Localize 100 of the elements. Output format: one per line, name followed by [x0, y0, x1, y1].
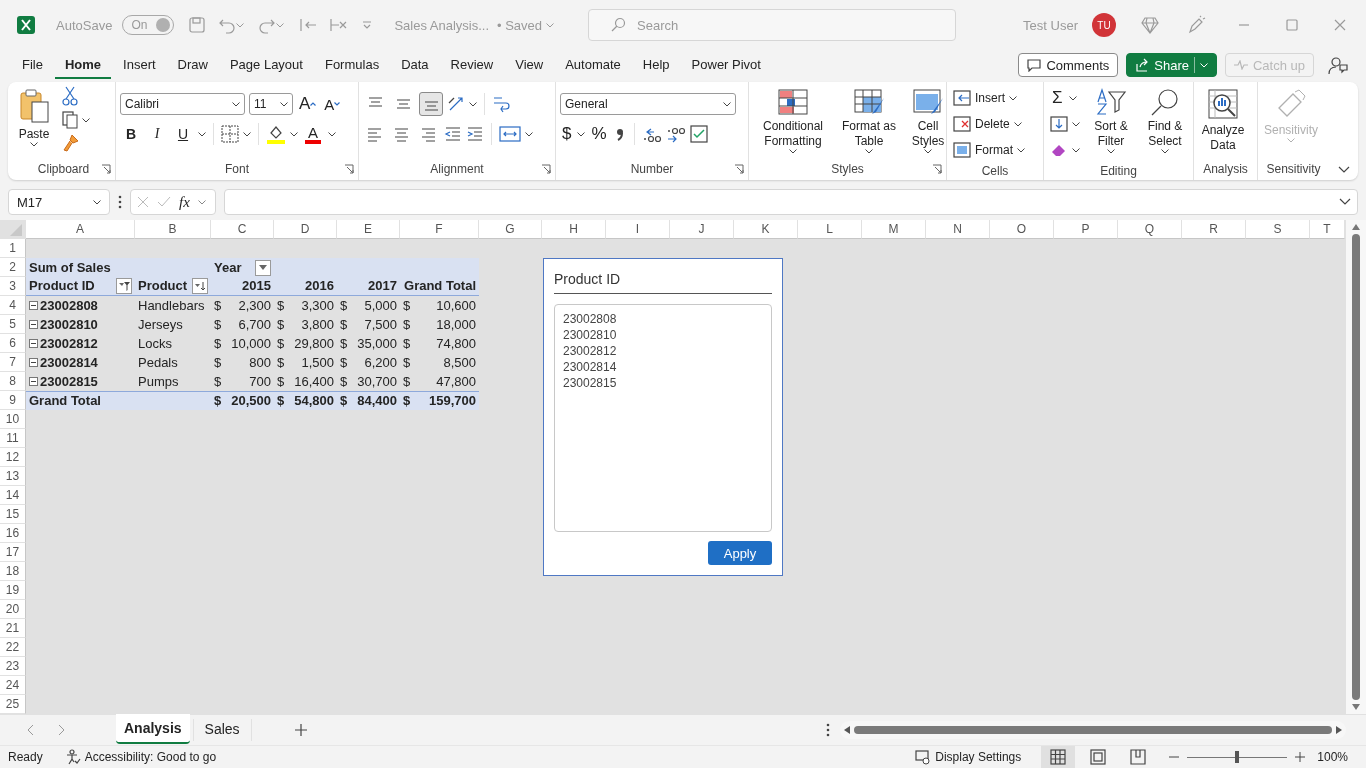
column-header[interactable]: T	[1310, 220, 1345, 239]
column-header[interactable]: H	[542, 220, 606, 239]
add-sheet-icon[interactable]	[294, 724, 307, 736]
bottom-align-button[interactable]	[419, 92, 443, 116]
caret-icon[interactable]	[1072, 121, 1080, 127]
insert-function-button[interactable]: fx	[179, 193, 190, 211]
align-center-icon[interactable]	[393, 125, 410, 143]
underline-button[interactable]: U	[172, 123, 194, 145]
analyze-data-button[interactable]: Analyze Data	[1198, 86, 1248, 155]
table-cell[interactable]: $ 35,000	[337, 334, 400, 353]
collapse-button[interactable]	[29, 358, 38, 367]
menu-tab[interactable]: File	[12, 51, 53, 79]
bold-button[interactable]: B	[120, 123, 142, 145]
row-header[interactable]: 15	[0, 505, 26, 524]
slicer-item[interactable]: 23002810	[563, 327, 617, 343]
expand-icon[interactable]	[1339, 198, 1351, 206]
delete-button[interactable]: Delete	[951, 112, 1027, 136]
font-color-button[interactable]: A	[302, 123, 324, 145]
column-header[interactable]: Q	[1118, 220, 1182, 239]
caret-icon[interactable]	[1017, 147, 1025, 153]
previous-sheet-icon[interactable]	[26, 724, 34, 736]
dialog-launcher-icon[interactable]	[932, 164, 942, 174]
check-icon[interactable]	[157, 196, 171, 208]
row-header[interactable]: 22	[0, 638, 26, 657]
table-cell[interactable]: 2016	[274, 277, 337, 296]
caret-icon[interactable]	[1009, 95, 1017, 101]
table-cell[interactable]: 2015	[211, 277, 274, 296]
caret-icon[interactable]	[723, 101, 731, 107]
scroll-up-icon[interactable]	[1352, 224, 1360, 230]
caret-icon[interactable]	[198, 131, 206, 137]
zoom-level[interactable]: 100%	[1317, 750, 1348, 764]
vertical-scrollbar[interactable]	[1346, 220, 1366, 714]
table-cell[interactable]: 23002808	[26, 296, 135, 315]
table-cell[interactable]: Product	[135, 277, 211, 296]
caret-icon[interactable]	[280, 101, 288, 107]
menu-tab[interactable]: Power Pivot	[681, 51, 771, 79]
table-cell[interactable]: $ 159,700	[400, 391, 479, 410]
column-header[interactable]: I	[606, 220, 670, 239]
caret-icon[interactable]	[1161, 149, 1169, 154]
caret-icon[interactable]	[525, 131, 533, 137]
column-header[interactable]: E	[337, 220, 400, 239]
row-header[interactable]: 7	[0, 353, 26, 372]
column-header[interactable]: G	[479, 220, 542, 239]
table-cell[interactable]: Grand Total	[26, 391, 135, 410]
slicer-item[interactable]: 23002815	[563, 375, 617, 391]
caret-icon[interactable]	[93, 199, 101, 205]
row-header[interactable]: 19	[0, 581, 26, 600]
table-cell[interactable]: Year	[211, 258, 274, 277]
menu-tab[interactable]: Page Layout	[219, 51, 313, 79]
table-cell[interactable]: $ 47,800	[400, 372, 479, 391]
scroll-down-icon[interactable]	[1352, 704, 1360, 710]
name-box[interactable]: M17	[8, 189, 110, 215]
table-cell[interactable]: Product ID	[26, 277, 135, 296]
align-right-icon[interactable]	[420, 125, 437, 143]
font-name-field[interactable]: Calibri	[120, 93, 245, 115]
close-icon[interactable]	[1334, 19, 1346, 31]
merge-cells-icon[interactable]	[499, 125, 521, 143]
borders-icon[interactable]	[221, 125, 239, 143]
scroll-right-icon[interactable]	[1336, 726, 1342, 734]
row-header[interactable]: 17	[0, 543, 26, 562]
filter-button[interactable]	[116, 278, 132, 294]
more-options-icon[interactable]	[826, 723, 830, 737]
collapse-button[interactable]	[29, 301, 38, 310]
table-cell[interactable]: 23002810	[26, 315, 135, 334]
row-header[interactable]: 4	[0, 296, 26, 315]
feedback-icon[interactable]	[1328, 55, 1348, 75]
column-header[interactable]: L	[798, 220, 862, 239]
table-cell[interactable]: Handlebars	[135, 296, 211, 315]
sheet-tab[interactable]: Sales	[196, 714, 248, 744]
table-cell[interactable]: $ 2,300	[211, 296, 274, 315]
column-header[interactable]: S	[1246, 220, 1310, 239]
cross-icon[interactable]	[328, 16, 349, 34]
slicer-item[interactable]: 23002812	[563, 343, 617, 359]
row-header[interactable]: 21	[0, 619, 26, 638]
column-header[interactable]: F	[400, 220, 479, 239]
table-cell[interactable]: $ 6,200	[337, 353, 400, 372]
column-header[interactable]: B	[135, 220, 211, 239]
slicer-item[interactable]: 23002808	[563, 311, 617, 327]
row-header[interactable]: 20	[0, 600, 26, 619]
scissors-icon[interactable]	[62, 86, 78, 106]
table-cell[interactable]: $ 7,500	[337, 315, 400, 334]
menu-tab[interactable]: Draw	[167, 51, 218, 79]
collapse-ribbon-icon[interactable]	[1338, 166, 1350, 174]
row-header[interactable]: 11	[0, 429, 26, 448]
caret-icon[interactable]	[243, 131, 251, 137]
table-cell[interactable]: $ 700	[211, 372, 274, 391]
table-cell[interactable]: Pumps	[135, 372, 211, 391]
comments-button[interactable]: Comments	[1018, 53, 1119, 77]
table-cell[interactable]: Pedals	[135, 353, 211, 372]
caret-icon[interactable]	[577, 131, 586, 137]
menu-tab[interactable]: Formulas	[314, 51, 390, 79]
caret-icon[interactable]	[469, 101, 477, 107]
collapse-button[interactable]	[29, 377, 38, 386]
percent-button[interactable]: %	[589, 123, 609, 145]
horizontal-scrollbar[interactable]	[840, 721, 1346, 739]
diamond-icon[interactable]	[1140, 16, 1160, 34]
column-header[interactable]: P	[1054, 220, 1118, 239]
row-header[interactable]: 24	[0, 676, 26, 695]
apply-button[interactable]: Apply	[708, 541, 772, 565]
caret-icon[interactable]	[1068, 95, 1077, 101]
